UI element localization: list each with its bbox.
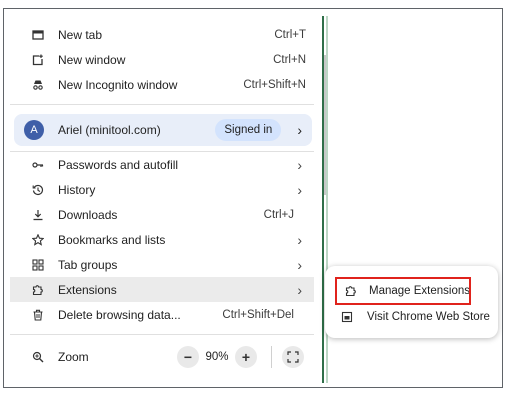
shortcut-label: Ctrl+J bbox=[263, 208, 294, 221]
menu-item-label: Passwords and autofill bbox=[58, 157, 179, 172]
menu-item-new-window[interactable]: New window Ctrl+N bbox=[10, 47, 314, 72]
menu-item-bookmarks[interactable]: Bookmarks and lists › bbox=[10, 227, 314, 252]
menu-item-delete-browsing-data[interactable]: Delete browsing data... Ctrl+Shift+Del bbox=[10, 302, 314, 327]
chevron-right-icon: › bbox=[297, 231, 302, 248]
menu-item-label: Bookmarks and lists bbox=[58, 232, 166, 247]
menu-divider bbox=[10, 334, 314, 335]
menu-item-label: Tab groups bbox=[58, 257, 118, 272]
submenu-item-label: Manage Extensions bbox=[369, 285, 471, 297]
new-tab-icon bbox=[28, 29, 48, 41]
avatar: A bbox=[24, 120, 44, 140]
zoom-label: Zoom bbox=[58, 350, 89, 364]
menu-item-tab-groups[interactable]: Tab groups › bbox=[10, 252, 314, 277]
incognito-icon bbox=[28, 79, 48, 91]
tab-groups-icon bbox=[28, 258, 48, 271]
menu-item-downloads[interactable]: Downloads Ctrl+J bbox=[10, 202, 314, 227]
status-badge: Signed in bbox=[215, 119, 282, 141]
zoom-in-button[interactable]: + bbox=[235, 346, 257, 368]
menu-item-passwords[interactable]: Passwords and autofill › bbox=[10, 152, 314, 177]
profile-name: Ariel (minitool.com) bbox=[58, 123, 161, 137]
zoom-divider bbox=[271, 346, 272, 368]
visit-web-store-item[interactable]: Visit Chrome Web Store bbox=[331, 305, 493, 329]
extensions-submenu: Manage Extensions Visit Chrome Web Store bbox=[325, 266, 498, 338]
menu-item-label: New window bbox=[58, 52, 126, 67]
submenu-item-label: Visit Chrome Web Store bbox=[367, 311, 490, 323]
menu-divider bbox=[10, 104, 314, 105]
menu-item-label: Delete browsing data... bbox=[58, 307, 181, 322]
extension-icon bbox=[345, 285, 357, 297]
download-icon bbox=[28, 209, 48, 221]
menu-item-new-incognito[interactable]: New Incognito window Ctrl+Shift+N bbox=[10, 72, 314, 97]
chevron-right-icon: › bbox=[297, 256, 302, 273]
history-icon bbox=[28, 184, 48, 196]
star-icon bbox=[28, 233, 48, 246]
chevron-right-icon: › bbox=[297, 156, 302, 173]
zoom-icon bbox=[28, 351, 48, 363]
fullscreen-button[interactable] bbox=[282, 346, 304, 368]
shortcut-label: Ctrl+T bbox=[274, 28, 306, 41]
web-store-icon bbox=[339, 311, 355, 323]
menu-item-label: New Incognito window bbox=[58, 77, 178, 92]
chevron-right-icon: › bbox=[297, 122, 302, 138]
extension-icon bbox=[28, 284, 48, 296]
fullscreen-icon bbox=[287, 351, 299, 363]
zoom-out-button[interactable]: − bbox=[177, 346, 199, 368]
shortcut-label: Ctrl+Shift+Del bbox=[222, 308, 294, 321]
shortcut-label: Ctrl+Shift+N bbox=[243, 78, 306, 91]
scrollbar[interactable] bbox=[324, 55, 326, 195]
zoom-row: Zoom − 90% + bbox=[10, 344, 314, 370]
shortcut-label: Ctrl+N bbox=[273, 53, 306, 66]
new-window-icon bbox=[28, 54, 48, 66]
manage-extensions-item[interactable]: Manage Extensions bbox=[335, 277, 471, 305]
trash-icon bbox=[28, 309, 48, 321]
chevron-right-icon: › bbox=[297, 181, 302, 198]
profile-row[interactable]: A Ariel (minitool.com) Signed in › bbox=[14, 114, 312, 146]
menu-item-label: New tab bbox=[58, 27, 103, 42]
menu-item-extensions[interactable]: Extensions › bbox=[10, 277, 314, 302]
zoom-level: 90% bbox=[205, 351, 229, 363]
menu-item-label: Extensions bbox=[58, 282, 117, 297]
menu-item-label: History bbox=[58, 182, 96, 197]
chevron-right-icon: › bbox=[297, 281, 302, 298]
menu-item-new-tab[interactable]: New tab Ctrl+T bbox=[10, 22, 314, 47]
menu-item-history[interactable]: History › bbox=[10, 177, 314, 202]
menu-item-label: Downloads bbox=[58, 207, 118, 222]
key-icon bbox=[28, 159, 48, 171]
